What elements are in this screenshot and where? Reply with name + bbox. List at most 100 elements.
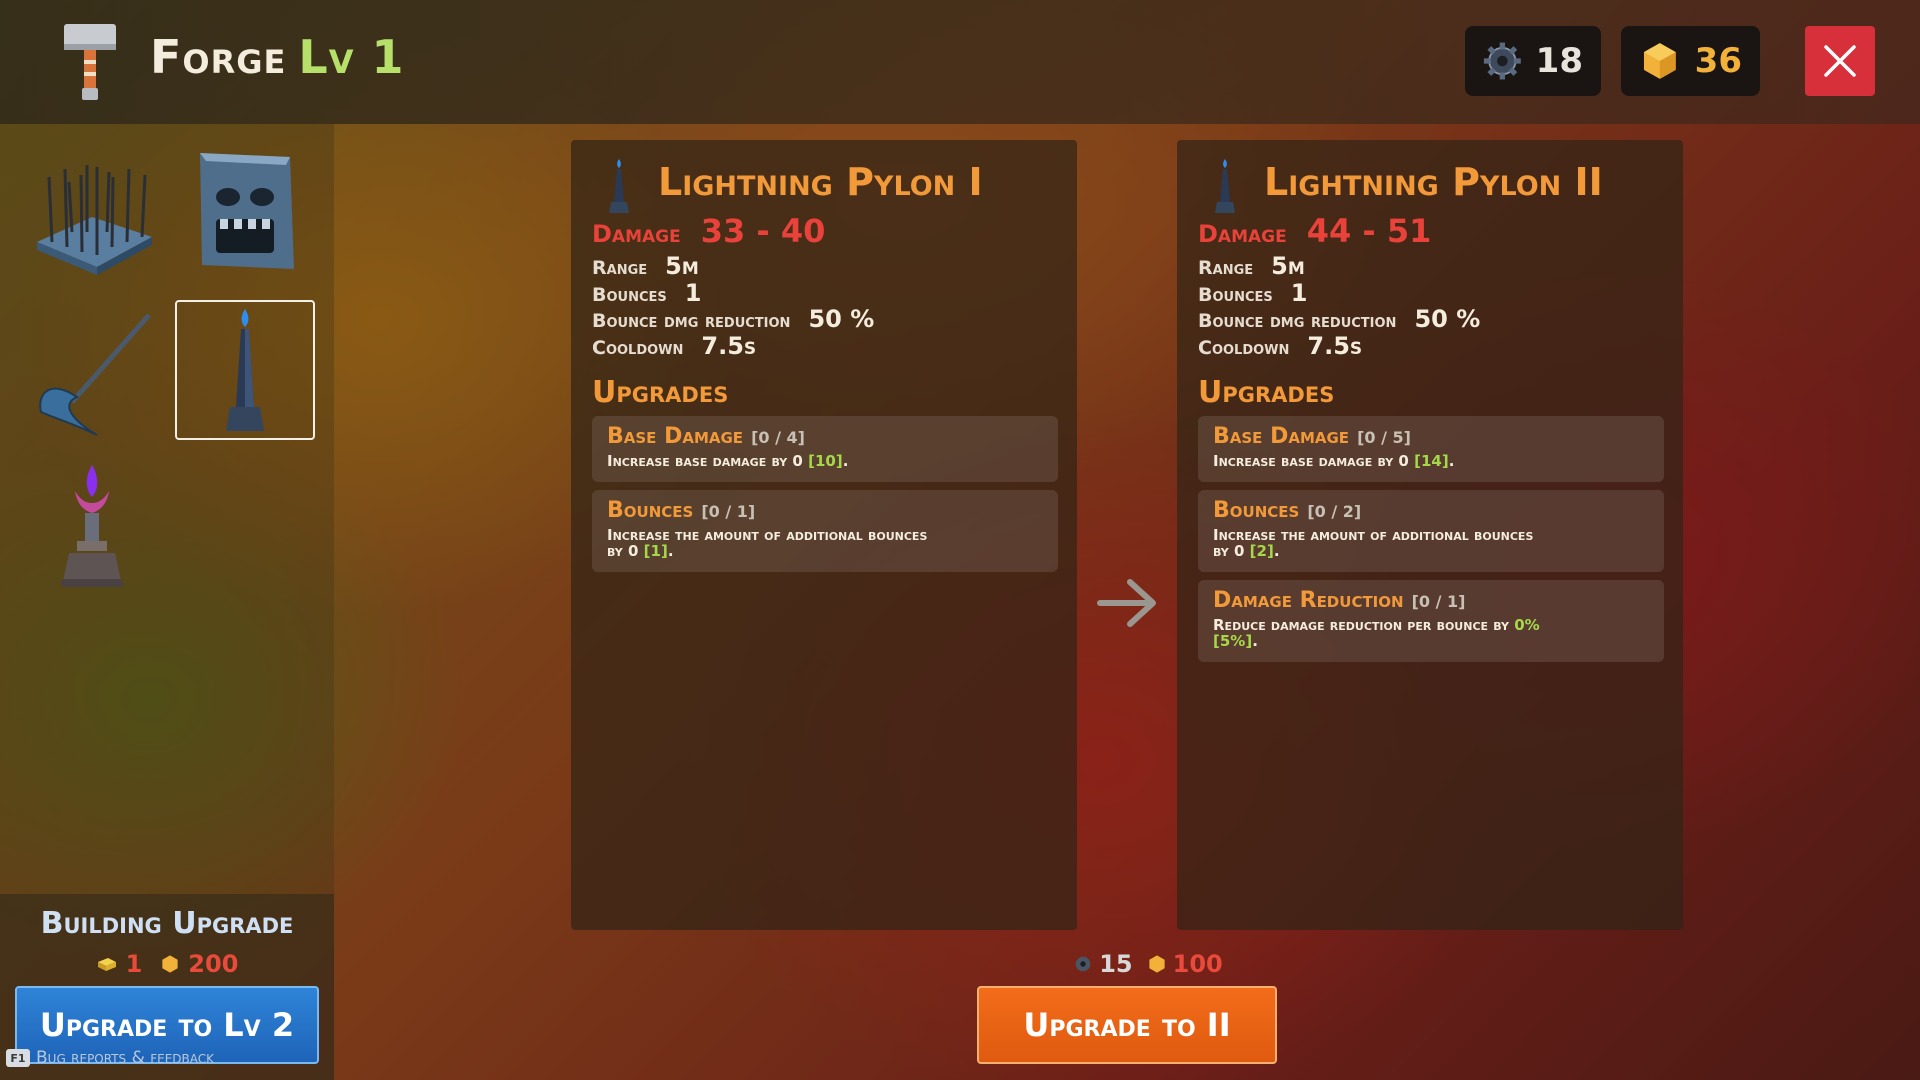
lightning-pylon-icon bbox=[609, 159, 629, 213]
gold-bars-icon bbox=[97, 958, 116, 971]
upgrade-name: Base Damage bbox=[607, 424, 744, 449]
upgrade-desc-end: . bbox=[842, 452, 849, 470]
building-upgrade-title: Building Upgrade bbox=[40, 906, 294, 941]
stat-label: Cooldown bbox=[1198, 337, 1290, 359]
upgrade-tower-button[interactable]: Upgrade to II bbox=[977, 986, 1277, 1064]
close-button[interactable] bbox=[1805, 26, 1875, 96]
upgrade-desc-end: . bbox=[667, 542, 674, 560]
upgrade-next-value: [5%] bbox=[1213, 632, 1253, 650]
upgrade-desc-text: Reduce damage reduction per bounce by bbox=[1213, 616, 1515, 634]
upgrade-name: Bounces bbox=[607, 498, 694, 523]
upgrade-cost: 15 100 bbox=[1040, 950, 1256, 978]
upgrades-heading: Upgrades bbox=[1198, 375, 1335, 410]
stat-label: Damage bbox=[1198, 220, 1287, 248]
stat-label: Bounce dmg reduction bbox=[592, 310, 791, 332]
slot-stone-face-trap[interactable] bbox=[175, 142, 315, 282]
stat-value: 7.5s bbox=[701, 332, 757, 360]
next-level-card: Lightning Pylon II Damage 44 - 51 Range … bbox=[1177, 140, 1683, 930]
slot-crystal-brazier[interactable] bbox=[22, 456, 162, 596]
stone-face-trap-icon bbox=[200, 153, 294, 269]
current-level-card: Lightning Pylon I Damage 33 - 40 Range 5… bbox=[571, 140, 1077, 930]
top-bar: Forge Lv 1 18 36 bbox=[0, 0, 1920, 124]
gold-hexagon-icon bbox=[1643, 43, 1676, 79]
hammer-icon bbox=[64, 24, 116, 100]
card-title: Lightning Pylon I bbox=[658, 160, 983, 204]
upgrade-description: Increase base damage by 0 [10]. bbox=[607, 453, 947, 469]
stat-value: 7.5s bbox=[1307, 332, 1363, 360]
upgrade-current-value: 0 bbox=[1233, 542, 1245, 560]
upgrade-desc-end: . bbox=[1273, 542, 1280, 560]
upgrade-count: [0 / 5] bbox=[1357, 428, 1411, 447]
upgrade-cost-gold: 100 bbox=[1172, 950, 1223, 978]
spike-trap-icon bbox=[37, 165, 152, 275]
upgrade-count: [0 / 1] bbox=[701, 502, 756, 521]
upgrade-count: [0 / 1] bbox=[1411, 592, 1466, 611]
upgrade-count: [0 / 4] bbox=[751, 428, 805, 447]
upgrade-desc-end: . bbox=[1448, 452, 1455, 470]
stat-value: 1 bbox=[684, 279, 702, 307]
gold-hexagon-icon bbox=[162, 955, 178, 973]
upgrade-current-value: 0 bbox=[627, 542, 639, 560]
gold-amount: 36 bbox=[1694, 41, 1742, 81]
stat-bounce-reduction: Bounce dmg reduction 50 % bbox=[592, 305, 874, 333]
slot-spike-trap[interactable] bbox=[22, 142, 162, 282]
slot-scythe-trap[interactable] bbox=[22, 302, 162, 442]
stat-range: Range 5m bbox=[1198, 252, 1305, 280]
upgrade-item-damage-reduction: Damage Reduction [0 / 1] Reduce damage re… bbox=[1198, 580, 1664, 662]
stat-label: Cooldown bbox=[592, 337, 684, 359]
stat-label: Bounces bbox=[592, 284, 667, 306]
upgrade-description: Increase the amount of additional bounce… bbox=[607, 527, 947, 559]
upgrade-name: Damage Reduction bbox=[1213, 588, 1404, 613]
stat-label: Range bbox=[592, 257, 648, 279]
stat-label: Range bbox=[1198, 257, 1254, 279]
gold-counter: 36 bbox=[1621, 26, 1760, 96]
bug-report-label: Bug reports & feedback bbox=[36, 1048, 215, 1068]
stat-value: 50 % bbox=[808, 305, 875, 333]
stat-label: Bounce dmg reduction bbox=[1198, 310, 1397, 332]
upgrade-current-value: 0 bbox=[792, 452, 803, 470]
stat-cooldown: Cooldown 7.5s bbox=[592, 332, 756, 360]
card-title: Lightning Pylon II bbox=[1264, 160, 1603, 204]
lightning-pylon-icon bbox=[226, 309, 264, 431]
upgrade-name: Base Damage bbox=[1213, 424, 1350, 449]
building-cost-bars: 1 bbox=[125, 950, 143, 978]
upgrade-cost-gears: 15 bbox=[1099, 950, 1133, 978]
upgrade-item-base-damage: Base Damage [0 / 5] Increase base damage … bbox=[1198, 416, 1664, 482]
stat-value: 5m bbox=[1271, 252, 1305, 280]
gear-icon bbox=[1075, 956, 1091, 972]
gold-hexagon-icon bbox=[1149, 955, 1165, 973]
stat-cooldown: Cooldown 7.5s bbox=[1198, 332, 1362, 360]
upgrade-description: Reduce damage reduction per bounce by 0%… bbox=[1213, 617, 1553, 649]
stat-bounces: Bounces 1 bbox=[1198, 279, 1307, 307]
stat-value: 1 bbox=[1290, 279, 1308, 307]
building-upgrade-cost: 1 200 bbox=[0, 950, 334, 978]
upgrade-current-value: 0% bbox=[1514, 616, 1540, 634]
stat-value: 33 - 40 bbox=[700, 212, 826, 250]
bug-report-link[interactable]: F1 Bug reports & feedback bbox=[6, 1048, 214, 1068]
gear-icon bbox=[1483, 42, 1521, 80]
upgrades-heading: Upgrades bbox=[592, 375, 729, 410]
close-icon bbox=[1824, 45, 1856, 77]
forge-level: Lv 1 bbox=[298, 30, 405, 84]
upgrade-next-value: [1] bbox=[643, 542, 668, 560]
gears-amount: 18 bbox=[1535, 41, 1583, 81]
gears-counter: 18 bbox=[1465, 26, 1601, 96]
crystal-brazier-icon bbox=[61, 465, 123, 587]
stat-value: 44 - 51 bbox=[1306, 212, 1432, 250]
f1-key-badge: F1 bbox=[6, 1049, 30, 1067]
upgrade-current-value: 0 bbox=[1398, 452, 1409, 470]
page-title: Forge Lv 1 bbox=[150, 30, 405, 84]
building-cost-gold: 200 bbox=[188, 950, 239, 978]
upgrade-desc-text: Increase base damage by bbox=[607, 452, 793, 470]
title-label: Forge bbox=[150, 30, 287, 84]
upgrade-desc-text: Increase base damage by bbox=[1213, 452, 1399, 470]
upgrade-next-value: [2] bbox=[1249, 542, 1274, 560]
arrow-right-icon bbox=[1097, 579, 1156, 627]
stat-bounce-reduction: Bounce dmg reduction 50 % bbox=[1198, 305, 1480, 333]
upgrade-count: [0 / 2] bbox=[1307, 502, 1362, 521]
upgrade-description: Increase base damage by 0 [14]. bbox=[1213, 453, 1553, 469]
slot-lightning-pylon[interactable] bbox=[175, 300, 315, 440]
upgrade-item-bounces: Bounces [0 / 2] Increase the amount of ad… bbox=[1198, 490, 1664, 572]
stat-damage: Damage 33 - 40 bbox=[592, 212, 825, 250]
stat-value: 5m bbox=[665, 252, 699, 280]
